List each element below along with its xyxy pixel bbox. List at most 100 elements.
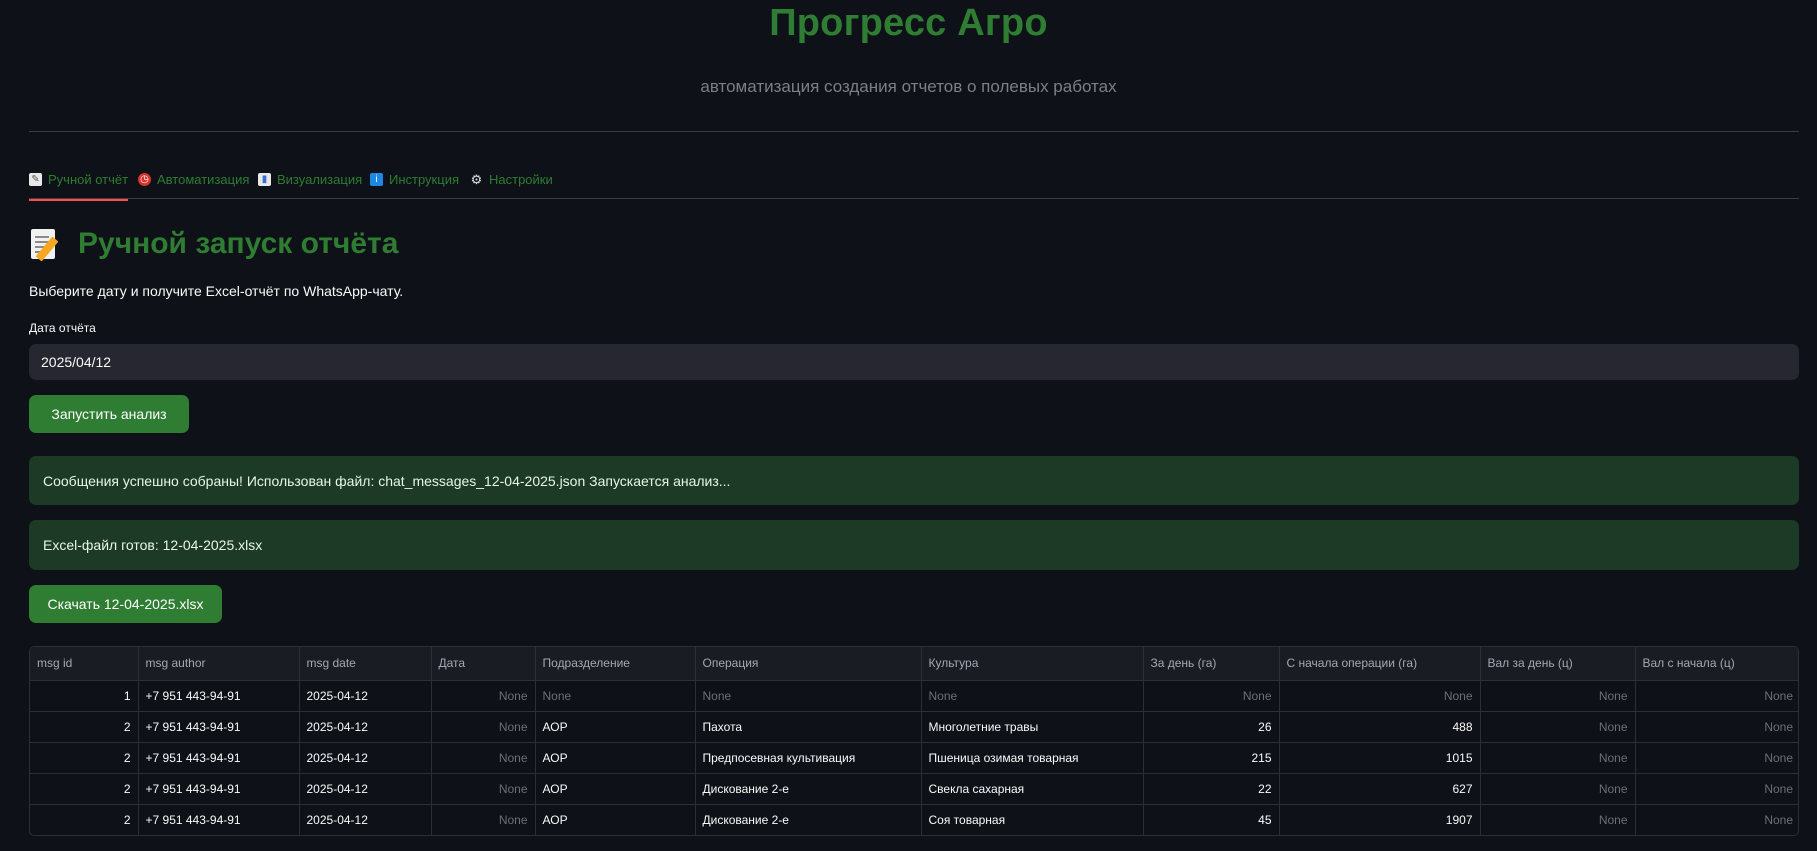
- table-cell[interactable]: 215: [1143, 742, 1280, 774]
- table-cell[interactable]: None: [431, 773, 536, 805]
- table-cell[interactable]: 627: [1279, 773, 1481, 805]
- date-input[interactable]: [29, 344, 1799, 380]
- column-header[interactable]: Культура: [921, 647, 1144, 681]
- table-cell[interactable]: 45: [1143, 804, 1280, 835]
- table-cell[interactable]: None: [1635, 680, 1798, 712]
- table-cell[interactable]: None: [1480, 742, 1636, 774]
- table-cell[interactable]: Соя товарная: [921, 804, 1144, 835]
- table-cell[interactable]: None: [1480, 711, 1636, 743]
- column-header[interactable]: msg date: [299, 647, 432, 681]
- tab-settings[interactable]: ⚙ Настройки: [470, 160, 553, 199]
- tab-automation[interactable]: ◷ Автоматизация: [138, 160, 249, 199]
- column-header[interactable]: Дата: [431, 647, 536, 681]
- table-cell[interactable]: Дискование 2-е: [695, 773, 922, 805]
- column-header[interactable]: За день (га): [1143, 647, 1280, 681]
- table-cell[interactable]: None: [1635, 773, 1798, 805]
- table-cell[interactable]: 2025-04-12: [299, 804, 432, 835]
- run-analysis-button[interactable]: Запустить анализ: [29, 395, 189, 433]
- table-cell[interactable]: 488: [1279, 711, 1481, 743]
- memo-icon: [29, 226, 63, 262]
- table-row[interactable]: 2 +7 951 443-94-91 2025-04-12 None АОР Дисков…: [30, 773, 1798, 805]
- gear-icon: ⚙: [470, 172, 483, 187]
- column-header[interactable]: msg author: [138, 647, 300, 681]
- table-cell[interactable]: +7 951 443-94-91: [138, 680, 300, 712]
- section-description: Выберите дату и получите Excel-отчёт по …: [29, 283, 404, 299]
- memo-icon: ✎: [29, 173, 42, 186]
- table-cell[interactable]: АОР: [535, 711, 696, 743]
- success-alert-excel: Excel-файл готов: 12-04-2025.xlsx: [29, 520, 1799, 570]
- table-cell[interactable]: +7 951 443-94-91: [138, 773, 300, 805]
- table-cell[interactable]: 1907: [1279, 804, 1481, 835]
- table-cell[interactable]: Пшеница озимая товарная: [921, 742, 1144, 774]
- table-cell[interactable]: Свекла сахарная: [921, 773, 1144, 805]
- table-cell[interactable]: 22: [1143, 773, 1280, 805]
- tab-visualization[interactable]: ▮ Визуализация: [258, 160, 362, 199]
- tab-manual-report[interactable]: ✎ Ручной отчёт: [29, 160, 129, 201]
- section-title-text: Ручной запуск отчёта: [78, 227, 399, 260]
- table-cell[interactable]: Дискование 2-е: [695, 804, 922, 835]
- table-cell[interactable]: 2: [30, 773, 139, 805]
- table-cell[interactable]: +7 951 443-94-91: [138, 742, 300, 774]
- table-cell[interactable]: 26: [1143, 711, 1280, 743]
- table-cell[interactable]: АОР: [535, 742, 696, 774]
- table-cell[interactable]: 2025-04-12: [299, 711, 432, 743]
- table-cell[interactable]: None: [1279, 680, 1481, 712]
- table-row[interactable]: 2 +7 951 443-94-91 2025-04-12 None АОР Пахота…: [30, 711, 1798, 743]
- table-cell[interactable]: +7 951 443-94-91: [138, 804, 300, 835]
- table-cell[interactable]: 2: [30, 804, 139, 835]
- table-row[interactable]: 2 +7 951 443-94-91 2025-04-12 None АОР Дисков…: [30, 804, 1798, 835]
- column-header[interactable]: Операция: [695, 647, 922, 681]
- table-cell[interactable]: +7 951 443-94-91: [138, 711, 300, 743]
- table-cell[interactable]: 1015: [1279, 742, 1481, 774]
- date-field-label: Дата отчёта: [29, 321, 96, 335]
- table-cell[interactable]: 2025-04-12: [299, 742, 432, 774]
- table-header-row: msg id msg author msg date Дата Подразделени…: [30, 647, 1798, 681]
- column-header[interactable]: Подразделение: [535, 647, 696, 681]
- table-cell[interactable]: None: [1635, 711, 1798, 743]
- table-cell[interactable]: None: [1635, 804, 1798, 835]
- table-cell[interactable]: 2025-04-12: [299, 773, 432, 805]
- table-cell[interactable]: 2025-04-12: [299, 680, 432, 712]
- table-cell[interactable]: Многолетние травы: [921, 711, 1144, 743]
- table-cell[interactable]: None: [1480, 773, 1636, 805]
- table-cell[interactable]: 2: [30, 711, 139, 743]
- header-divider: [29, 131, 1799, 132]
- section-title: Ручной запуск отчёта: [29, 226, 398, 262]
- column-header[interactable]: msg id: [30, 647, 139, 681]
- tab-label: Ручной отчёт: [48, 172, 129, 187]
- column-header[interactable]: Вал с начала (ц): [1635, 647, 1798, 681]
- table-cell[interactable]: 2: [30, 742, 139, 774]
- table-cell[interactable]: Предпосевная культивация: [695, 742, 922, 774]
- table-cell[interactable]: None: [695, 680, 922, 712]
- table-cell[interactable]: Пахота: [695, 711, 922, 743]
- column-header[interactable]: С начала операции (га): [1279, 647, 1481, 681]
- table-cell[interactable]: None: [1143, 680, 1280, 712]
- tab-bar: ✎ Ручной отчёт ◷ Автоматизация ▮ Визуали…: [29, 160, 1799, 201]
- app-subtitle: автоматизация создания отчетов о полевых…: [700, 77, 1117, 96]
- table-cell[interactable]: АОР: [535, 773, 696, 805]
- table-row[interactable]: 2 +7 951 443-94-91 2025-04-12 None АОР Предпо…: [30, 742, 1798, 774]
- results-table[interactable]: msg id msg author msg date Дата Подразделени…: [29, 646, 1799, 836]
- table-cell[interactable]: None: [1480, 804, 1636, 835]
- table-cell[interactable]: АОР: [535, 804, 696, 835]
- table-cell[interactable]: None: [535, 680, 696, 712]
- table-cell[interactable]: None: [1480, 680, 1636, 712]
- success-alert-messages: Сообщения успешно собраны! Использован ф…: [29, 456, 1799, 505]
- table-cell[interactable]: None: [431, 742, 536, 774]
- download-button[interactable]: Скачать 12-04-2025.xlsx: [29, 585, 222, 623]
- app-root: Прогресс Агро автоматизация создания отч…: [0, 0, 1817, 851]
- table-cell[interactable]: None: [1635, 742, 1798, 774]
- column-header[interactable]: Вал за день (ц): [1480, 647, 1636, 681]
- info-icon: i: [370, 173, 383, 186]
- table-row[interactable]: 1 +7 951 443-94-91 2025-04-12 None None None N…: [30, 680, 1798, 712]
- tab-label: Визуализация: [277, 172, 363, 187]
- table-cell[interactable]: 1: [30, 680, 139, 712]
- table-cell[interactable]: None: [431, 804, 536, 835]
- app-title: Прогресс Агро: [769, 2, 1048, 44]
- table-cell[interactable]: None: [431, 711, 536, 743]
- bar-chart-icon: ▮: [258, 173, 271, 186]
- tab-instruction[interactable]: i Инструкция: [370, 160, 459, 199]
- table-cell[interactable]: None: [431, 680, 536, 712]
- table-cell[interactable]: None: [921, 680, 1144, 712]
- tab-label: Автоматизация: [157, 172, 250, 187]
